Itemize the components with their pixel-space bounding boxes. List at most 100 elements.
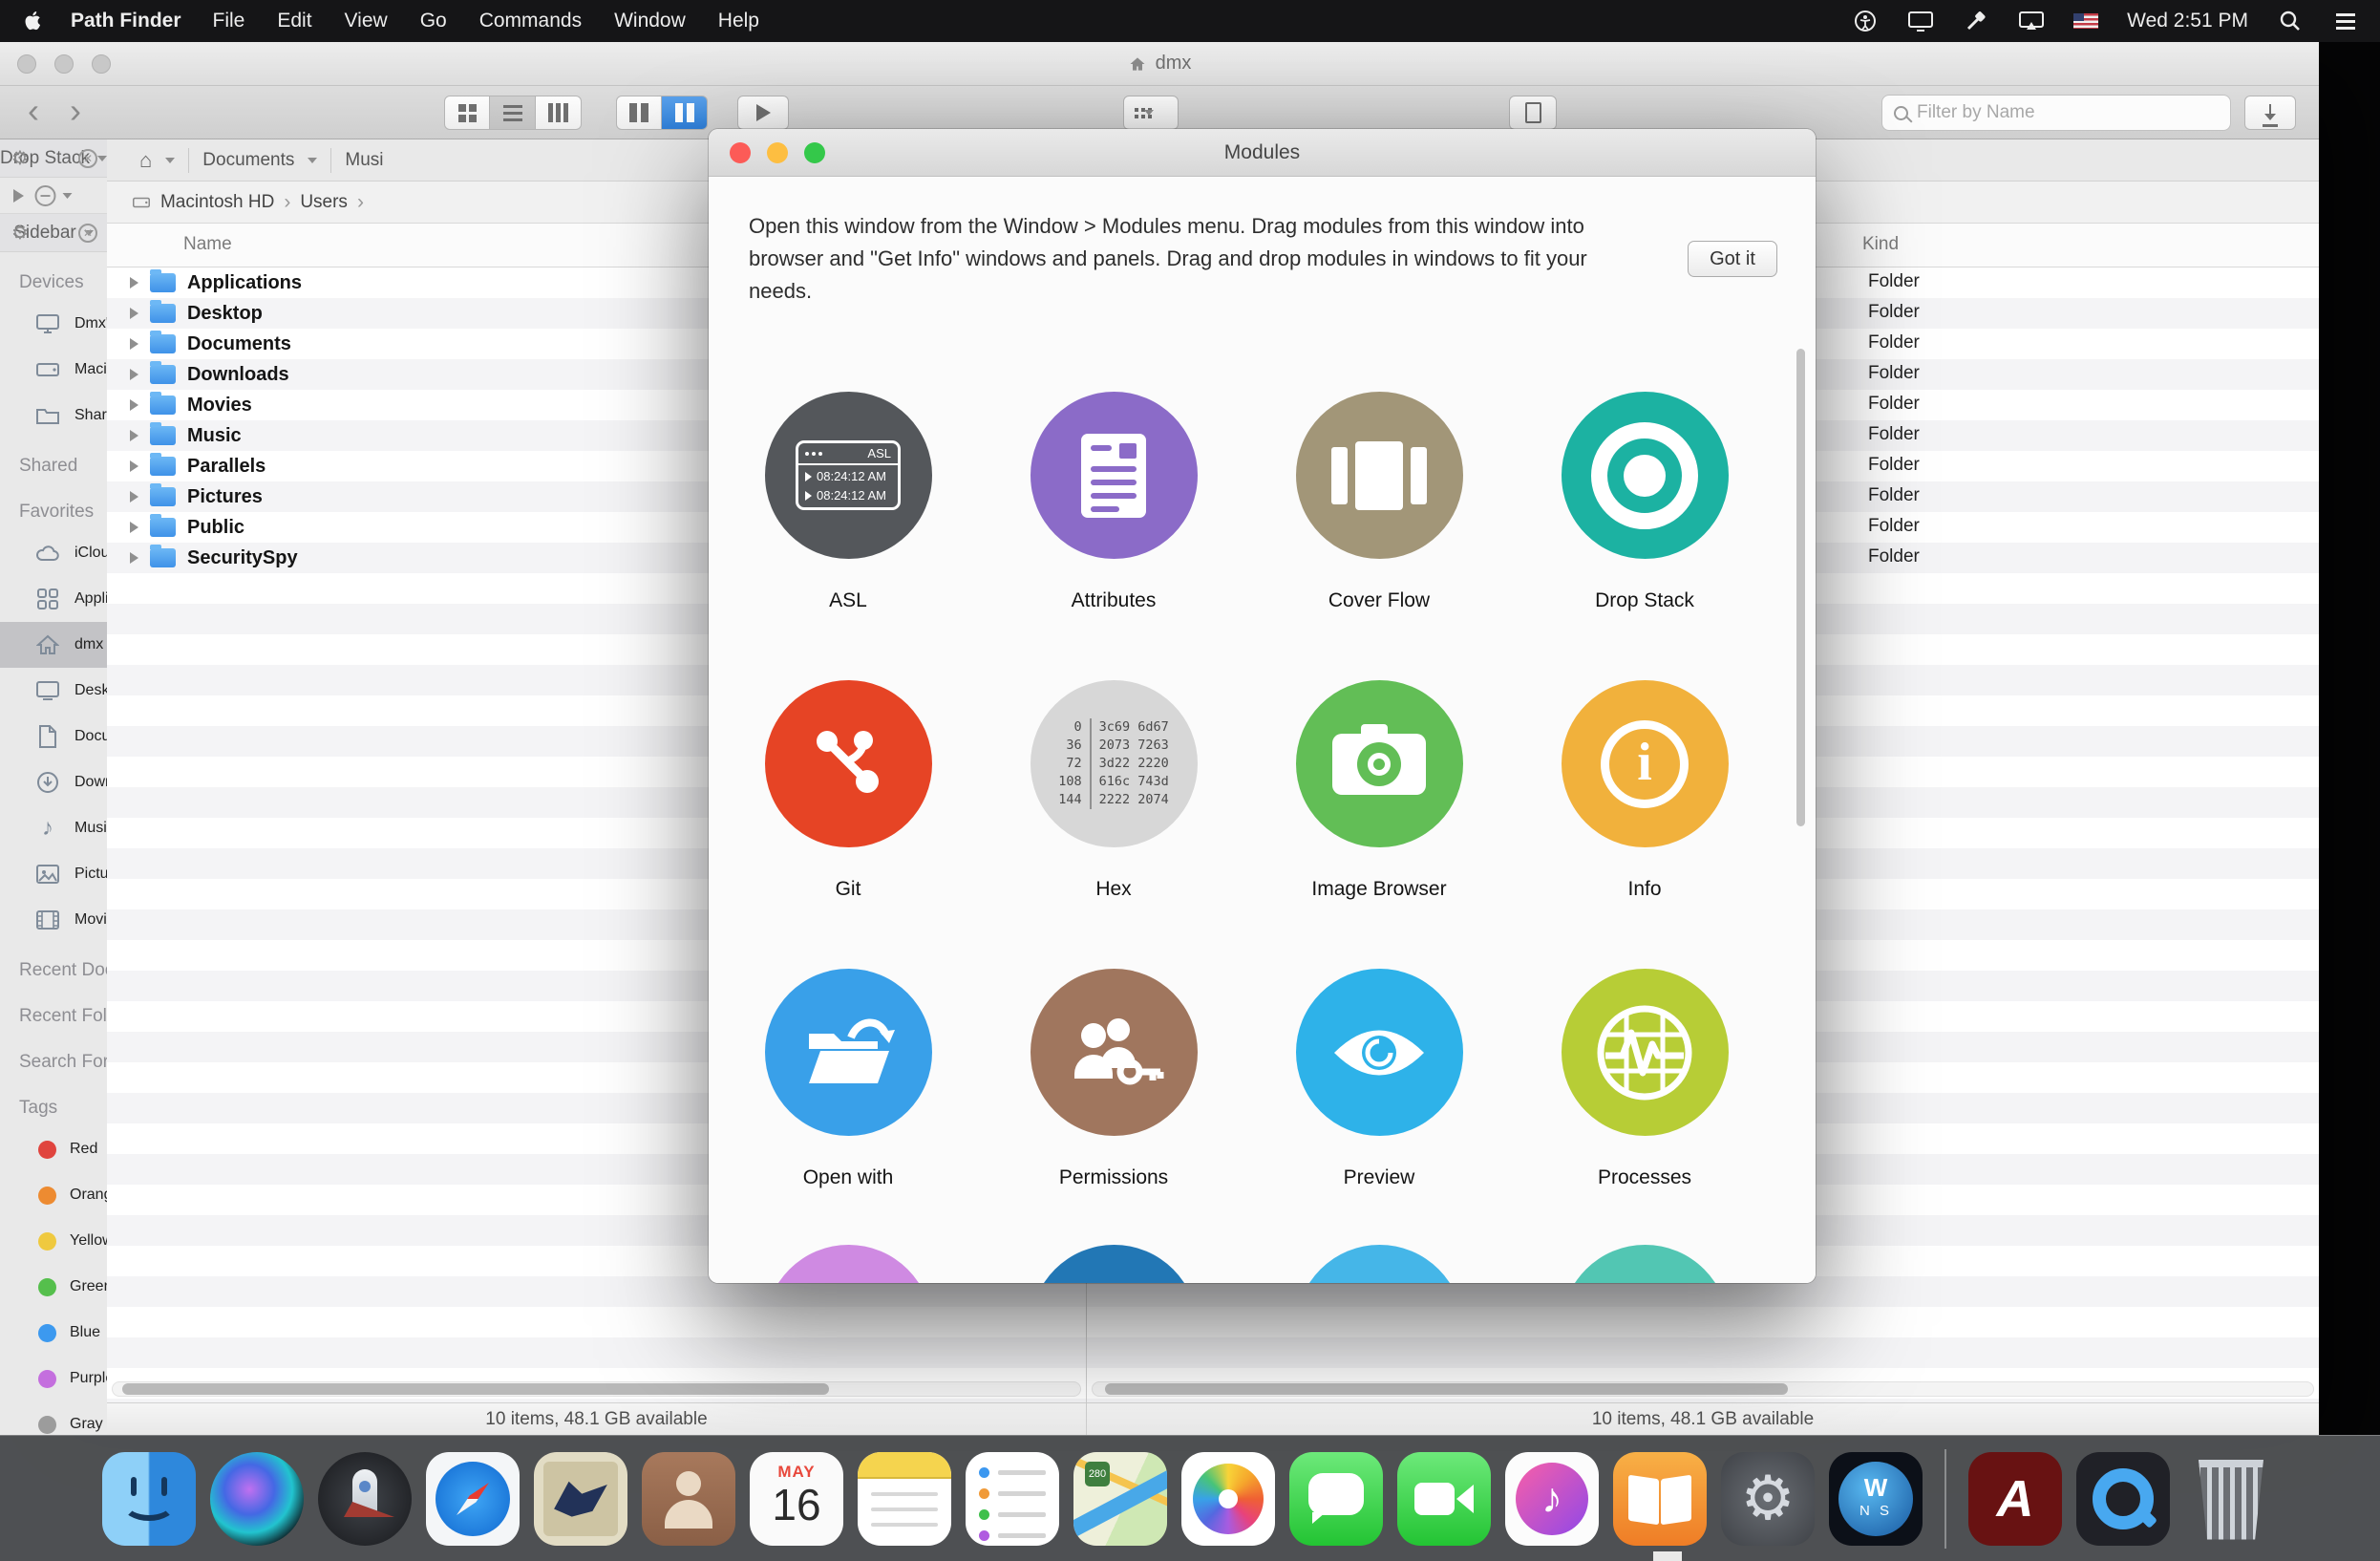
module-partial-2[interactable] — [981, 1245, 1246, 1283]
disclosure-icon[interactable] — [130, 430, 138, 441]
kind-column-header[interactable]: Kind — [1862, 234, 1899, 255]
drop-stack-menu[interactable] — [34, 185, 72, 206]
dock-acrobat-icon[interactable]: A — [1968, 1452, 2062, 1546]
filter-field[interactable] — [1881, 95, 2231, 131]
got-it-button[interactable]: Got it — [1688, 241, 1777, 277]
gear-icon[interactable]: ⚙ — [10, 148, 31, 169]
icon-view-button[interactable] — [444, 96, 490, 130]
dock-facetime-icon[interactable] — [1397, 1452, 1491, 1546]
info-module-icon[interactable]: i — [1562, 680, 1729, 847]
play-icon[interactable] — [13, 189, 24, 203]
spotlight-icon[interactable] — [2277, 10, 2304, 32]
right-horizontal-scrollbar[interactable] — [1092, 1381, 2314, 1397]
menu-help[interactable]: Help — [702, 10, 776, 32]
dock-calendar-icon[interactable]: MAY16 — [750, 1452, 843, 1546]
close-icon[interactable]: ✕ — [78, 149, 97, 168]
list-view-button[interactable] — [490, 96, 536, 130]
dock-trash-icon[interactable] — [2184, 1452, 2278, 1546]
menu-bar-clock[interactable]: Wed 2:51 PM — [2127, 10, 2248, 32]
module-git[interactable]: Git — [715, 680, 981, 901]
airplay-display-icon[interactable] — [2018, 10, 2045, 32]
permissions-module-icon[interactable] — [1031, 969, 1198, 1136]
breadcrumb-macintosh-hd[interactable]: Macintosh HD — [160, 192, 274, 213]
tab-music[interactable]: Musi — [345, 150, 383, 171]
dialog-minimize-button[interactable] — [767, 142, 788, 163]
disclosure-icon[interactable] — [130, 399, 138, 411]
hex-module-icon[interactable]: 0 36 72 108 144 3c69 6d67 2073 7263 3d22… — [1031, 680, 1198, 847]
dock-books-icon[interactable] — [1613, 1452, 1707, 1546]
disclosure-icon[interactable] — [130, 369, 138, 380]
dock-contacts-icon[interactable] — [642, 1452, 735, 1546]
dock-quicktime-icon[interactable] — [2076, 1452, 2170, 1546]
menu-commands[interactable]: Commands — [463, 10, 598, 32]
notification-center-icon[interactable] — [2332, 10, 2359, 32]
filter-input[interactable] — [1917, 102, 2219, 123]
module-open-with[interactable]: Open with — [715, 969, 981, 1189]
partial-module-icon[interactable] — [765, 1245, 932, 1283]
app-menu-path-finder[interactable]: Path Finder — [55, 10, 197, 32]
dock-globe-app-icon[interactable]: WN S — [1829, 1452, 1923, 1546]
dock-photos-icon[interactable] — [1181, 1452, 1275, 1546]
disclosure-icon[interactable] — [130, 491, 138, 503]
back-button[interactable] — [13, 90, 53, 132]
dock-reminders-icon[interactable] — [966, 1452, 1059, 1546]
dock-maps-icon[interactable]: 280 — [1073, 1452, 1167, 1546]
partial-module-icon[interactable] — [1562, 1245, 1729, 1283]
dock-notes-icon[interactable] — [858, 1452, 951, 1546]
dialog-close-button[interactable] — [730, 142, 751, 163]
processes-module-icon[interactable] — [1562, 969, 1729, 1136]
dock-itunes-icon[interactable] — [1505, 1452, 1599, 1546]
menu-window[interactable]: Window — [598, 10, 702, 32]
view-options-menu-button[interactable] — [1123, 96, 1179, 130]
tool-icon[interactable] — [1963, 10, 1989, 32]
display-icon[interactable] — [1907, 10, 1934, 32]
dual-pane-button[interactable] — [662, 96, 708, 130]
drop-stack-header[interactable]: ⚙ Drop Stack ✕ — [0, 139, 107, 178]
disclosure-icon[interactable] — [130, 308, 138, 319]
dialog-scrollbar[interactable] — [1796, 349, 1805, 826]
module-partial-1[interactable] — [715, 1245, 981, 1283]
breadcrumb-users[interactable]: Users — [300, 192, 348, 213]
column-view-button[interactable] — [536, 96, 582, 130]
disclosure-icon[interactable] — [130, 277, 138, 289]
close-icon[interactable]: ✕ — [78, 224, 97, 243]
module-processes[interactable]: Processes — [1512, 969, 1777, 1189]
disclosure-icon[interactable] — [130, 460, 138, 472]
image-browser-module-icon[interactable] — [1296, 680, 1463, 847]
cover-flow-module-icon[interactable] — [1296, 392, 1463, 559]
dock-siri-icon[interactable] — [210, 1452, 304, 1546]
input-source-flag-icon[interactable] — [2073, 13, 2098, 29]
partial-module-icon[interactable] — [1296, 1245, 1463, 1283]
home-tab-icon[interactable] — [139, 148, 152, 173]
menu-file[interactable]: File — [197, 10, 262, 32]
module-image-browser[interactable]: Image Browser — [1246, 680, 1512, 901]
tab-documents[interactable]: Documents — [202, 150, 294, 171]
module-preview[interactable]: Preview — [1246, 969, 1512, 1189]
drop-stack-module-icon[interactable] — [1562, 392, 1729, 559]
dock-safari-icon[interactable] — [426, 1452, 520, 1546]
open-with-module-icon[interactable] — [765, 969, 932, 1136]
module-cover-flow[interactable]: Cover Flow — [1246, 392, 1512, 612]
disclosure-icon[interactable] — [130, 522, 138, 533]
module-attributes[interactable]: Attributes — [981, 392, 1246, 612]
module-drop-stack[interactable]: Drop Stack — [1512, 392, 1777, 612]
dock-launchpad-icon[interactable] — [318, 1452, 412, 1546]
dock-messages-icon[interactable] — [1289, 1452, 1383, 1546]
new-document-button[interactable] — [1509, 96, 1557, 130]
disclosure-icon[interactable] — [130, 338, 138, 350]
slideshow-play-button[interactable] — [737, 96, 789, 130]
gear-icon[interactable]: ⚙ — [10, 223, 31, 244]
module-partial-3[interactable] — [1246, 1245, 1512, 1283]
scrollbar-thumb[interactable] — [122, 1383, 828, 1395]
left-horizontal-scrollbar[interactable] — [112, 1381, 1081, 1397]
disclosure-icon[interactable] — [130, 552, 138, 564]
menu-go[interactable]: Go — [404, 10, 463, 32]
dock-mail-icon[interactable] — [534, 1452, 627, 1546]
module-permissions[interactable]: Permissions — [981, 969, 1246, 1189]
dialog-zoom-button[interactable] — [804, 142, 825, 163]
dock-finder-icon[interactable] — [102, 1452, 196, 1546]
attributes-module-icon[interactable] — [1031, 392, 1198, 559]
partial-module-icon[interactable] — [1031, 1245, 1198, 1283]
sidebar-header[interactable]: ⚙ Sidebar ✕ — [0, 214, 107, 252]
asl-module-icon[interactable]: ASL 08:24:12 AM 08:24:12 AM — [765, 392, 932, 559]
